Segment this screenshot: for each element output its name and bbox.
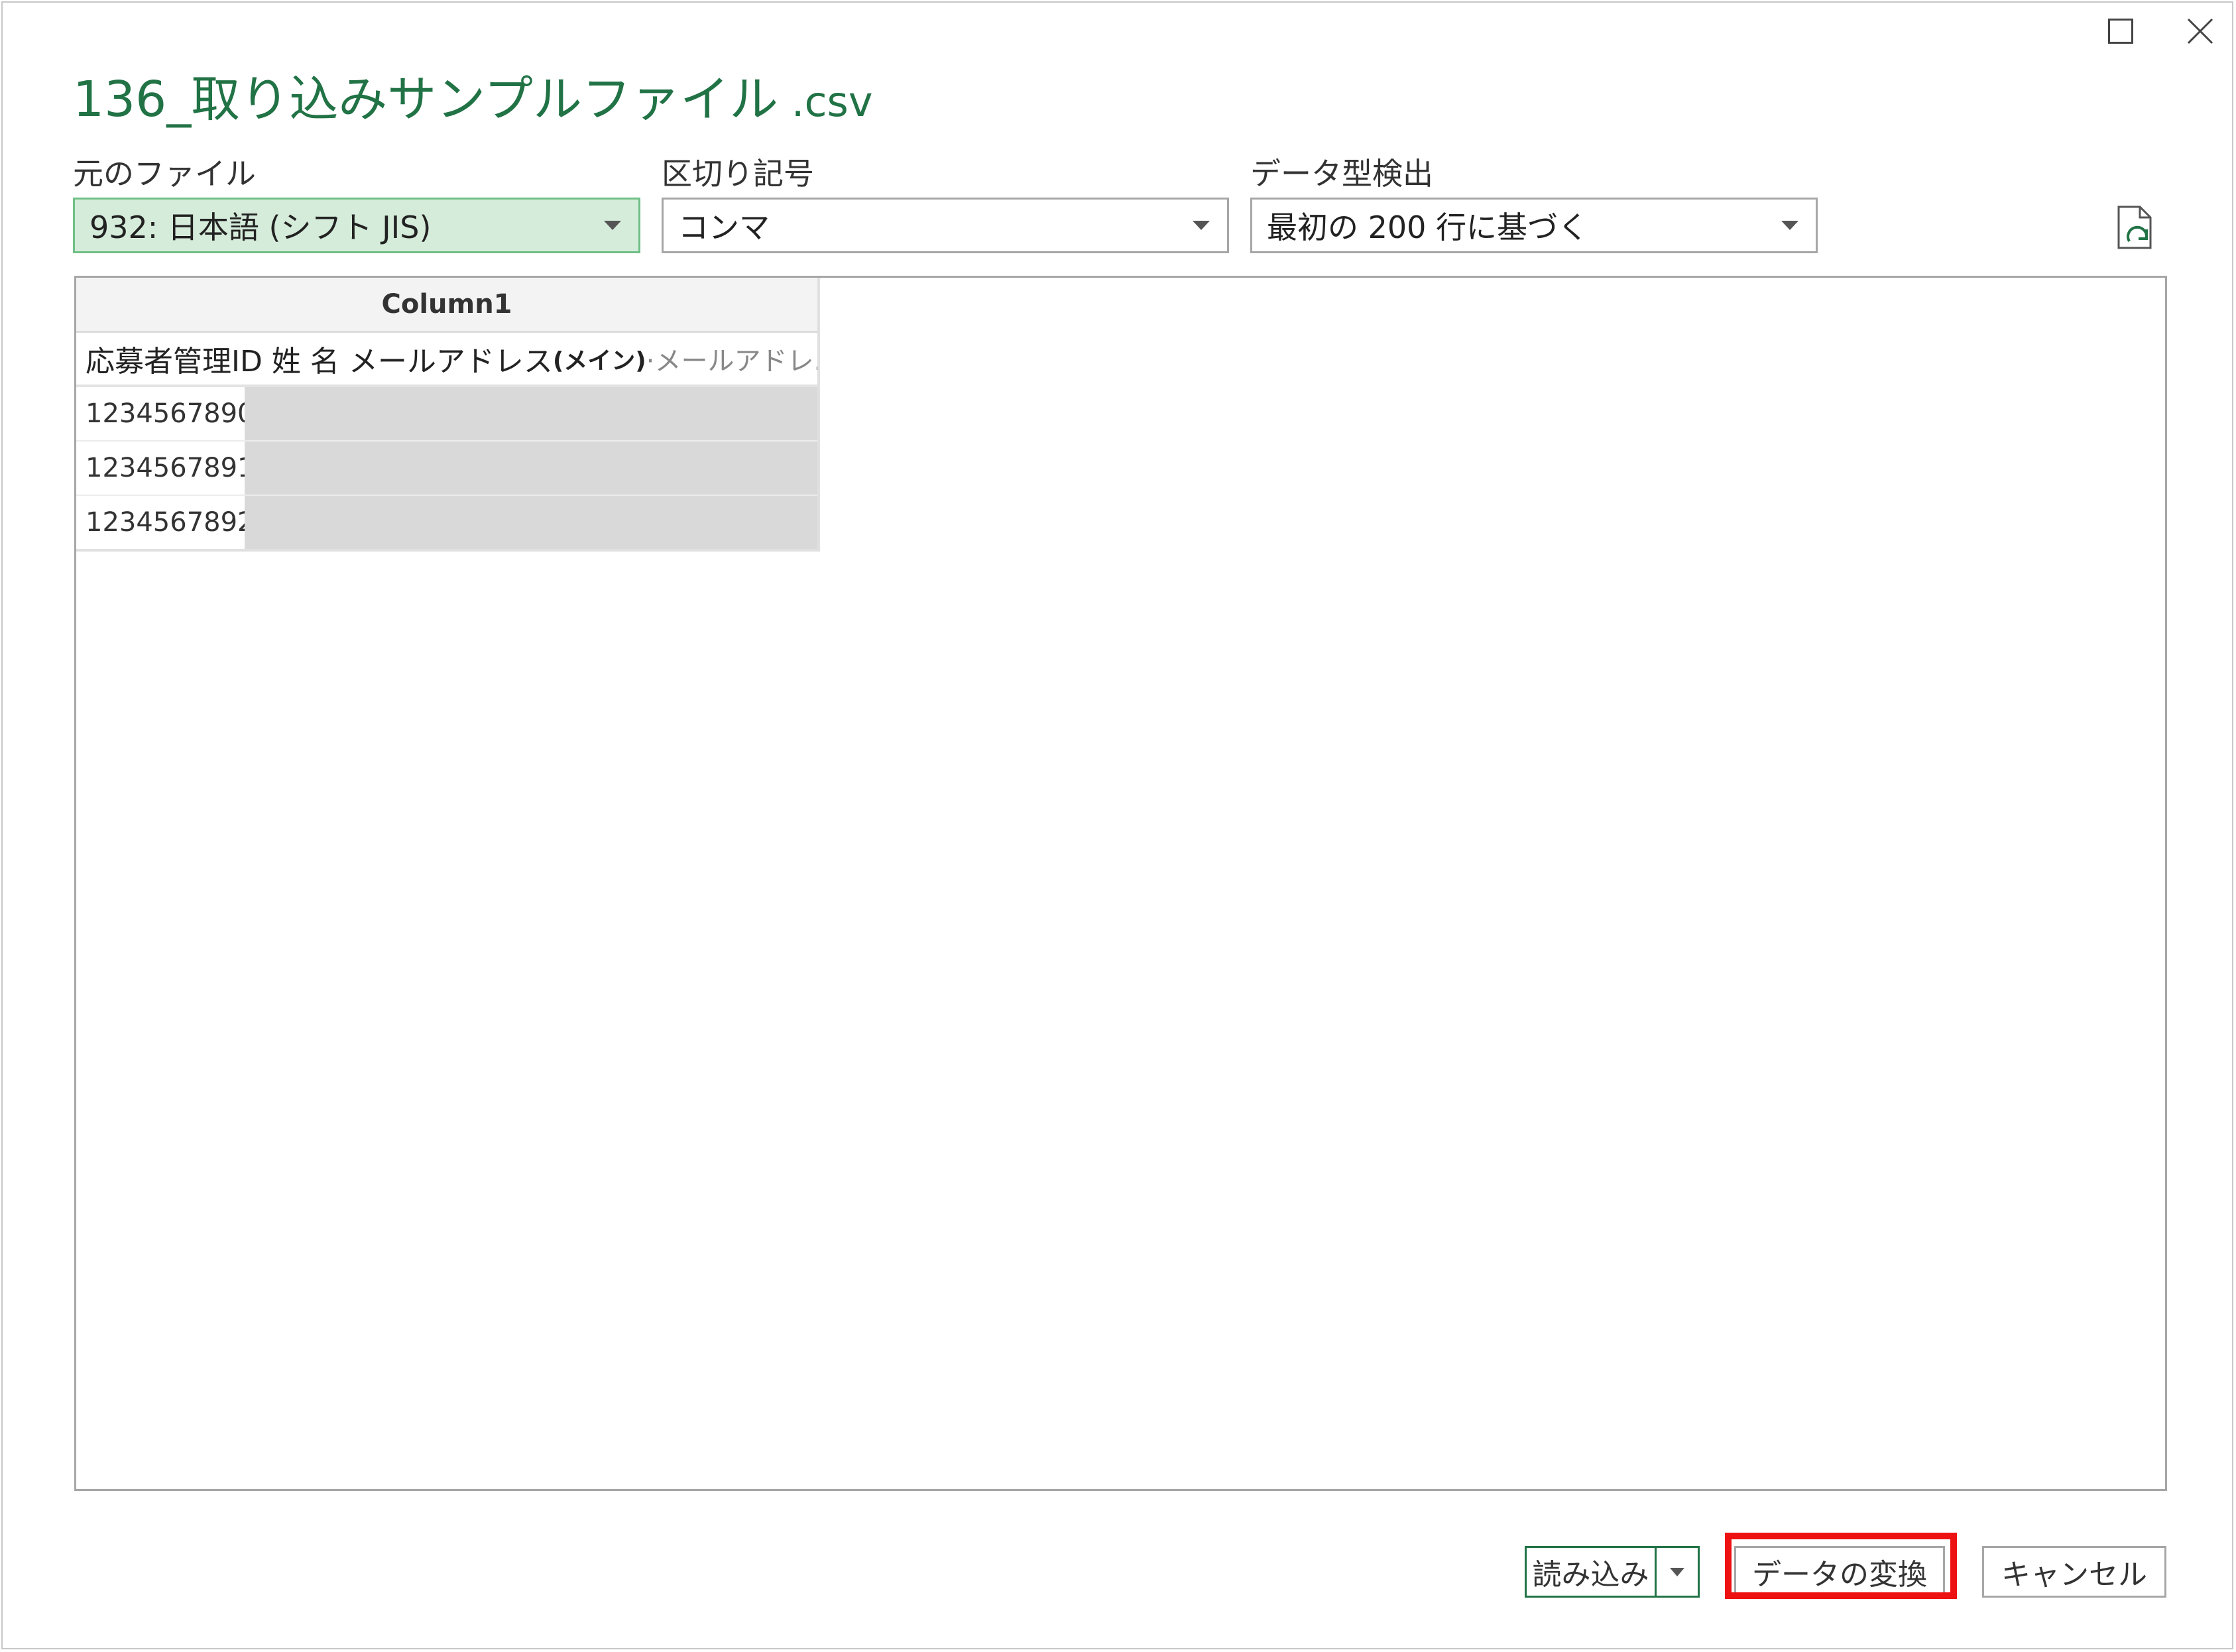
chevron-down-icon: [1193, 221, 1210, 230]
delimiter-label: 区切り記号: [662, 156, 814, 192]
applicant-id-cell: 1234567892: [86, 507, 255, 538]
file-origin-value: 932: 日本語 (シフト JIS): [89, 209, 432, 245]
table-row: 1234567891: [76, 442, 817, 496]
table-row: 応募者管理ID 姓 名 メールアドレス (メイン) ·メールアドレ...: [76, 333, 817, 387]
row-text-truncated: ·メールアドレ...: [646, 346, 817, 377]
import-dialog: 136_取り込みサンプルファイル .csv 元のファイル 932: 日本語 (シ…: [1, 1, 2233, 1649]
masked-cell: [245, 442, 817, 495]
masked-cell: [245, 496, 817, 549]
refresh-file-icon: [2117, 206, 2152, 249]
maximize-button[interactable]: [2091, 8, 2150, 54]
column-header[interactable]: Column1: [76, 278, 817, 333]
maximize-icon: [2108, 19, 2133, 44]
applicant-id-cell: 1234567890: [86, 398, 255, 429]
type-detection-value: 最初の 200 行に基づく: [1267, 209, 1589, 245]
preview-table: Column1 応募者管理ID 姓 名 メールアドレス (メイン) ·メールアド…: [76, 278, 820, 552]
masked-cell: [245, 387, 817, 440]
chevron-down-icon: [1781, 221, 1798, 230]
file-origin-label: 元のファイル: [73, 156, 256, 192]
close-button[interactable]: [2170, 8, 2230, 54]
chevron-down-icon: [604, 221, 621, 230]
file-origin-select[interactable]: 932: 日本語 (シフト JIS): [73, 198, 640, 253]
type-detection-label: データ型検出: [1250, 156, 1433, 192]
refresh-button[interactable]: [2115, 204, 2157, 255]
highlight-frame: [1725, 1533, 1957, 1599]
close-icon: [2187, 18, 2213, 44]
cancel-button[interactable]: キャンセル: [1982, 1546, 2166, 1598]
applicant-id-cell: 1234567891: [86, 453, 255, 483]
delimiter-select[interactable]: コンマ: [662, 198, 1229, 253]
type-detection-select[interactable]: 最初の 200 行に基づく: [1250, 198, 1818, 253]
file-extension: .csv: [778, 78, 873, 126]
table-row: 1234567892: [76, 496, 817, 549]
file-name: 136_取り込みサンプルファイル: [73, 71, 779, 128]
load-button[interactable]: 読み込み: [1525, 1546, 1656, 1598]
data-preview-pane: Column1 応募者管理ID 姓 名 メールアドレス (メイン) ·メールアド…: [74, 276, 2167, 1491]
table-row: 1234567890: [76, 387, 817, 442]
row-text: 応募者管理ID 姓 名 メールアドレス: [86, 345, 553, 379]
row-text-bold: (メイン): [552, 347, 646, 375]
chevron-down-icon: [1670, 1567, 1684, 1576]
dialog-title: 136_取り込みサンプルファイル .csv: [73, 60, 873, 131]
load-options-button[interactable]: [1655, 1546, 1700, 1598]
delimiter-value: コンマ: [678, 209, 770, 245]
